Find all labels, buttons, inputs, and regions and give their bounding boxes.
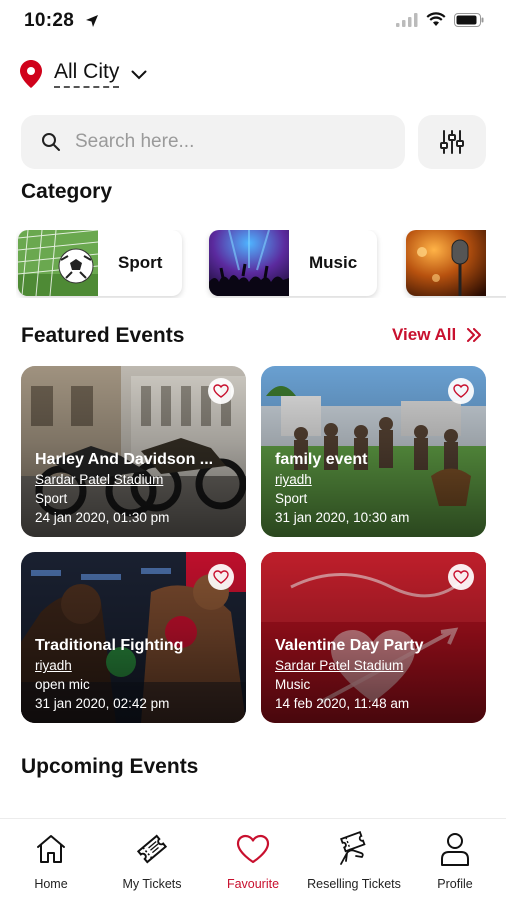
event-info: family event riyadh Sport 31 jan 2020, 1… [275, 450, 476, 527]
search-input[interactable]: Search here... [75, 131, 194, 153]
filter-button[interactable] [418, 115, 486, 169]
view-all-label: View All [392, 325, 457, 344]
category-card-sport[interactable]: Sport [18, 230, 182, 296]
location-pin-icon [20, 60, 42, 88]
nav-item-favourite[interactable]: Favourite [203, 829, 303, 891]
favourite-button[interactable] [448, 564, 474, 590]
status-icons [396, 12, 484, 27]
bottom-navigation: Home My Tickets Favourite Reselling Tick… [0, 818, 506, 900]
heart-icon [236, 834, 270, 864]
category-card-more[interactable] [406, 230, 506, 296]
status-time: 10:28 [24, 10, 75, 31]
ticket-icon [136, 834, 168, 864]
search-icon [42, 133, 60, 151]
event-info: Valentine Day Party Sardar Patel Stadium… [275, 636, 476, 713]
nav-item-home[interactable]: Home [1, 829, 101, 891]
nav-label: Favourite [226, 877, 280, 891]
heart-outline-icon [453, 570, 469, 584]
favourite-button[interactable] [208, 378, 234, 404]
event-info: Traditional Fighting riyadh open mic 31 … [35, 636, 236, 713]
cellular-signal-icon [396, 12, 418, 27]
chevron-down-icon [131, 70, 147, 80]
search-bar[interactable]: Search here... [21, 115, 405, 169]
location-arrow-icon [86, 15, 98, 27]
category-label: Sport [118, 253, 163, 272]
status-bar: 10:28 [0, 0, 506, 44]
favourite-button[interactable] [448, 378, 474, 404]
event-category: Sport [275, 491, 308, 506]
event-venue[interactable]: Sardar Patel Stadium [35, 470, 236, 489]
event-datetime: 31 jan 2020, 02:42 pm [35, 696, 170, 711]
city-label: All City [54, 60, 120, 88]
nav-label: Profile [437, 877, 473, 891]
category-list: Sport Music [16, 230, 506, 298]
category-card-music[interactable]: Music [209, 230, 377, 296]
double-chevron-right-icon [467, 328, 482, 342]
featured-events-heading: Featured Events [21, 324, 185, 347]
event-venue[interactable]: riyadh [275, 470, 476, 489]
event-info: Harley And Davidson ... Sardar Patel Sta… [35, 450, 236, 527]
heart-outline-icon [453, 384, 469, 398]
event-title: Valentine Day Party [275, 637, 424, 654]
nav-item-reselling-tickets[interactable]: Reselling Tickets [304, 829, 404, 891]
event-card[interactable]: Harley And Davidson ... Sardar Patel Sta… [21, 366, 246, 537]
event-datetime: 14 feb 2020, 11:48 am [275, 696, 410, 711]
filter-sliders-icon [440, 130, 464, 154]
category-label: Music [309, 253, 358, 272]
resell-ticket-icon [340, 831, 366, 865]
category-heading: Category [21, 180, 113, 203]
nav-item-my-tickets[interactable]: My Tickets [102, 829, 202, 891]
event-title: family event [275, 451, 368, 468]
event-category: Sport [35, 491, 68, 506]
battery-icon [454, 12, 484, 27]
event-datetime: 24 jan 2020, 01:30 pm [35, 510, 170, 525]
event-venue[interactable]: riyadh [35, 656, 236, 675]
microphone-image [406, 230, 486, 296]
city-selector[interactable]: All City [20, 60, 147, 88]
home-icon [37, 835, 65, 863]
event-card[interactable]: family event riyadh Sport 31 jan 2020, 1… [261, 366, 486, 537]
event-category: open mic [35, 677, 90, 692]
nav-label: My Tickets [122, 877, 182, 891]
upcoming-events-heading: Upcoming Events [21, 755, 199, 778]
nav-item-profile[interactable]: Profile [405, 829, 505, 891]
event-datetime: 31 jan 2020, 10:30 am [275, 510, 410, 525]
event-title: Traditional Fighting [35, 637, 184, 654]
event-card[interactable]: Valentine Day Party Sardar Patel Stadium… [261, 552, 486, 723]
event-title: Harley And Davidson ... [35, 451, 214, 468]
concert-image [209, 230, 289, 296]
event-card[interactable]: Traditional Fighting riyadh open mic 31 … [21, 552, 246, 723]
profile-icon [441, 833, 469, 866]
heart-outline-icon [213, 570, 229, 584]
heart-outline-icon [213, 384, 229, 398]
nav-label: Home [34, 877, 68, 891]
event-venue[interactable]: Sardar Patel Stadium [275, 656, 476, 675]
nav-label: Reselling Tickets [307, 877, 401, 891]
wifi-icon [426, 12, 446, 26]
favourite-button[interactable] [208, 564, 234, 590]
view-all-link[interactable]: View All [392, 325, 482, 345]
event-category: Music [275, 677, 311, 692]
soccer-ball-image [18, 230, 98, 296]
